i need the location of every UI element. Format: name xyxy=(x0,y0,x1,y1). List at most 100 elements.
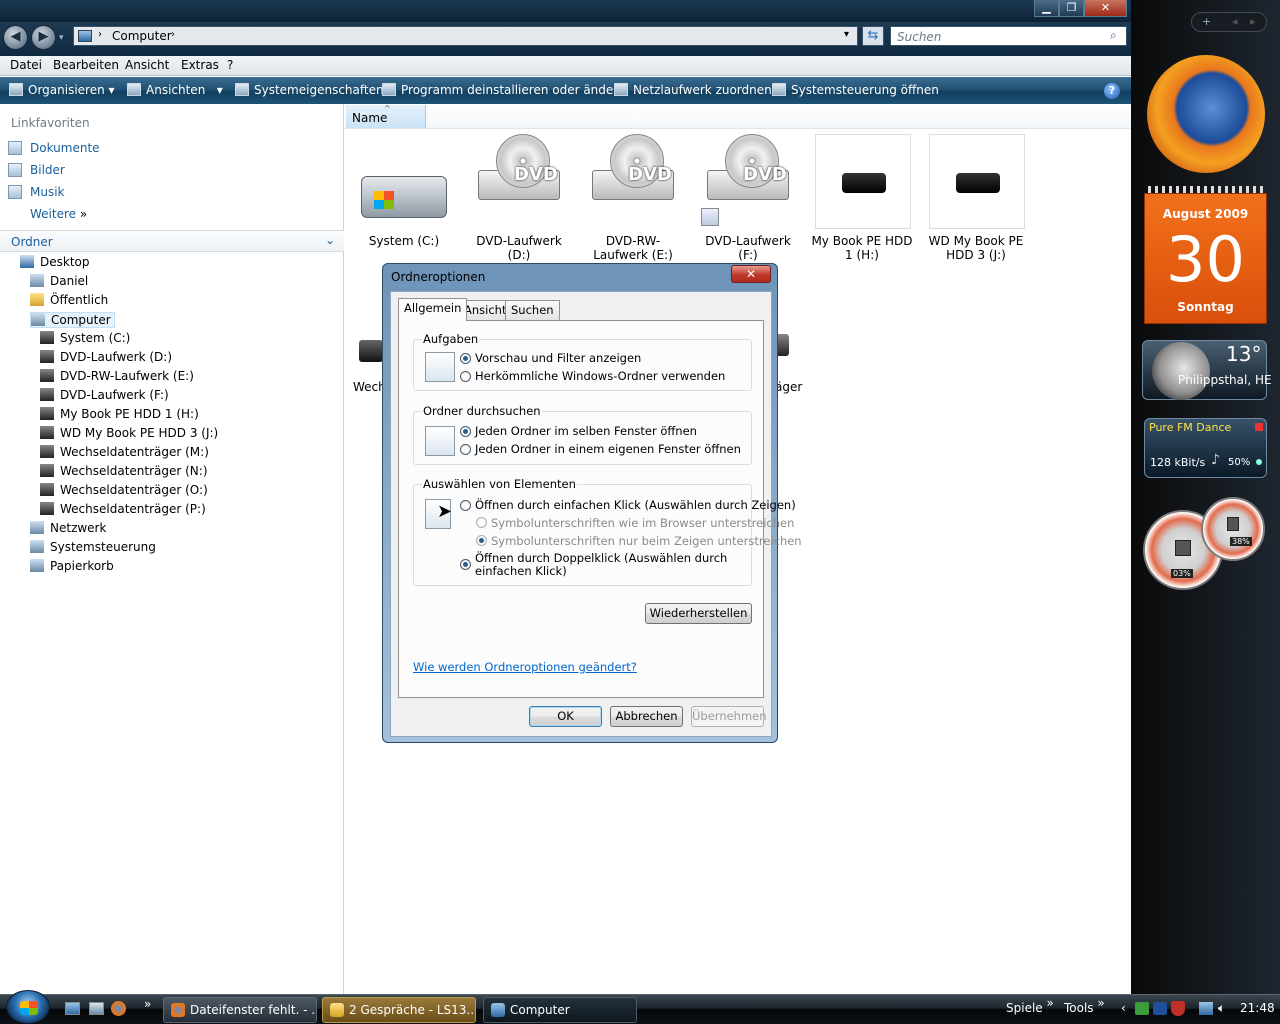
close-icon[interactable]: ✕ xyxy=(1084,0,1127,17)
radio-single-click[interactable] xyxy=(460,500,471,511)
folder-options-help-link[interactable]: Wie werden Ordneroptionen geändert? xyxy=(413,660,637,674)
fav-dokumente[interactable]: Dokumente xyxy=(30,141,100,155)
quicklaunch-overflow-icon[interactable]: » xyxy=(144,997,151,1011)
radio-same-window-label[interactable]: Jeden Ordner im selben Fenster öffnen xyxy=(475,424,697,438)
drive-external-j[interactable]: WD My Book PE HDD 3 (J:) xyxy=(925,134,1027,264)
history-dropdown-icon[interactable]: ▾ xyxy=(59,33,64,43)
fav-weitere[interactable]: Weitere » xyxy=(30,207,87,221)
drive-system-c[interactable]: System (C:) xyxy=(353,134,455,254)
radio-show-preview-label[interactable]: Vorschau und Filter anzeigen xyxy=(475,351,641,365)
restore-icon[interactable]: ❐ xyxy=(1059,0,1084,17)
tree-item[interactable]: Wechseldatenträger (O:) xyxy=(40,483,208,497)
uninstall-program-button[interactable]: Programm deinstallieren oder ändern xyxy=(382,83,626,97)
radio-show-preview[interactable] xyxy=(460,353,471,364)
organize-button[interactable]: Organisieren ▾ xyxy=(9,83,115,97)
drive-dvd-f[interactable]: DVD DVD-Laufwerk (F:) xyxy=(697,134,799,262)
menu-datei[interactable]: Datei xyxy=(10,58,42,72)
apply-button[interactable]: Übernehmen xyxy=(691,706,767,727)
tray-network-icon[interactable] xyxy=(1199,1002,1213,1015)
radio-classic-folders[interactable] xyxy=(460,371,471,382)
radio-single-click-label[interactable]: Öffnen durch einfachen Klick (Auswählen … xyxy=(475,498,796,512)
refresh-icon[interactable]: ⇆ xyxy=(862,26,884,46)
tree-item[interactable]: System (C:) xyxy=(40,331,130,345)
tray-clock[interactable]: 21:48 xyxy=(1240,1001,1275,1015)
radio-classic-folders-label[interactable]: Herkömmliche Windows-Ordner verwenden xyxy=(475,369,725,383)
firefox-quicklaunch-icon[interactable] xyxy=(111,1001,126,1016)
column-name-header[interactable]: Name ^ xyxy=(346,104,426,128)
system-properties-button[interactable]: Systemeigenschaften xyxy=(235,83,384,97)
breadcrumb-chevron-icon[interactable]: › xyxy=(171,29,175,40)
tray-app-icon[interactable] xyxy=(1135,1002,1149,1015)
removable-drive-label-partial[interactable]: Wech xyxy=(353,380,386,394)
tree-item[interactable]: Wechseldatenträger (M:) xyxy=(40,445,209,459)
tray-volume-icon[interactable]: 🔈︎ xyxy=(1218,1001,1225,1016)
views-button[interactable]: Ansichten ▾ xyxy=(127,83,223,97)
tab-allgemein[interactable]: Allgemein xyxy=(398,298,468,321)
taskbar-item-computer[interactable]: Computer xyxy=(483,997,637,1023)
prev-gadget-icon[interactable]: ◂ xyxy=(1232,13,1238,31)
firefox-logo-icon[interactable] xyxy=(1147,55,1265,173)
breadcrumb-computer[interactable]: Computer xyxy=(112,29,172,43)
collapse-chevron-icon[interactable]: ⌄ xyxy=(325,233,335,247)
tree-item[interactable]: Computer xyxy=(30,312,115,328)
drive-dvd-rw-e[interactable]: DVD DVD-RW-Laufwerk (E:) xyxy=(582,134,684,264)
add-gadget-icon[interactable]: + xyxy=(1202,13,1211,31)
radio-gadget[interactable]: Pure FM Dance 128 kBit/s ♪ 50% xyxy=(1144,418,1267,478)
drive-dvd-d[interactable]: DVD DVD-Laufwerk (D:) xyxy=(468,134,570,262)
menu-bearbeiten[interactable]: Bearbeiten xyxy=(53,58,119,72)
calendar-gadget[interactable]: August 2009 30 Sonntag xyxy=(1144,193,1267,324)
toolbar-tools[interactable]: Tools » xyxy=(1064,996,1105,1015)
cancel-button[interactable]: Abbrechen xyxy=(610,706,683,727)
menu-extras[interactable]: Extras xyxy=(181,58,219,72)
volume-icon[interactable]: ♪ xyxy=(1211,452,1220,468)
open-control-panel-button[interactable]: Systemsteuerung öffnen xyxy=(772,83,939,97)
tray-wd-icon[interactable] xyxy=(1153,1002,1167,1015)
address-field[interactable]: › Computer › ▾ xyxy=(73,26,858,46)
search-icon[interactable]: ⌕ xyxy=(1110,28,1117,43)
tree-item[interactable]: DVD-RW-Laufwerk (E:) xyxy=(40,369,194,383)
radio-stop-icon[interactable] xyxy=(1255,423,1263,431)
radio-double-click[interactable] xyxy=(460,559,471,570)
address-dropdown-icon[interactable]: ▾ xyxy=(844,29,849,40)
show-desktop-icon[interactable] xyxy=(65,1002,80,1015)
tree-item[interactable]: Daniel xyxy=(30,274,88,288)
drive-external-h[interactable]: My Book PE HDD 1 (H:) xyxy=(811,134,913,264)
toolbar-spiele[interactable]: Spiele » xyxy=(1006,996,1054,1015)
tree-item[interactable]: Systemsteuerung xyxy=(30,540,156,554)
radio-own-window-label[interactable]: Jeden Ordner in einem eigenen Fenster öf… xyxy=(475,442,741,456)
removable-drive-icon[interactable] xyxy=(359,340,383,362)
menu-help[interactable]: ? xyxy=(227,58,233,72)
back-button[interactable]: ◀ xyxy=(3,25,28,50)
menu-ansicht[interactable]: Ansicht xyxy=(125,58,169,72)
fav-bilder[interactable]: Bilder xyxy=(30,163,65,177)
tree-item[interactable]: Wechseldatenträger (N:) xyxy=(40,464,208,478)
removable-drive-label-partial[interactable]: äger xyxy=(775,380,802,394)
tree-item[interactable]: Desktop xyxy=(20,255,90,269)
tree-item[interactable]: DVD-Laufwerk (F:) xyxy=(40,388,169,402)
tree-item[interactable]: Öffentlich xyxy=(30,293,108,307)
tab-suchen[interactable]: Suchen xyxy=(505,300,560,320)
fav-musik[interactable]: Musik xyxy=(30,185,65,199)
dialog-close-icon[interactable]: ✕ xyxy=(731,265,771,283)
next-gadget-icon[interactable]: ▸ xyxy=(1250,13,1256,31)
radio-same-window[interactable] xyxy=(460,426,471,437)
switch-windows-icon[interactable] xyxy=(89,1002,104,1015)
minimize-icon[interactable]: ▁ xyxy=(1034,0,1059,17)
restore-defaults-button[interactable]: Wiederherstellen xyxy=(645,603,752,624)
search-input[interactable]: Suchen ⌕ xyxy=(890,26,1127,46)
taskbar-item-firefox[interactable]: Dateifenster fehlt. - ... xyxy=(163,997,317,1023)
tree-item[interactable]: Papierkorb xyxy=(30,559,114,573)
taskbar-item-chat[interactable]: 2 Gespräche - LS13... xyxy=(322,997,476,1023)
radio-own-window[interactable] xyxy=(460,444,471,455)
tray-expand-icon[interactable]: ‹ xyxy=(1121,1001,1126,1015)
tree-item[interactable]: Wechseldatenträger (P:) xyxy=(40,502,206,516)
start-button[interactable] xyxy=(6,990,50,1024)
radio-double-click-label[interactable]: Öffnen durch Doppelklick (Auswählen durc… xyxy=(475,552,745,578)
help-icon[interactable]: ? xyxy=(1104,83,1120,99)
map-network-drive-button[interactable]: Netzlaufwerk zuordnen xyxy=(614,83,772,97)
tree-item[interactable]: My Book PE HDD 1 (H:) xyxy=(40,407,199,421)
tree-item[interactable]: WD My Book PE HDD 3 (J:) xyxy=(40,426,218,440)
tree-item[interactable]: DVD-Laufwerk (D:) xyxy=(40,350,172,364)
forward-button[interactable]: ▶ xyxy=(31,25,56,50)
tree-item[interactable]: Netzwerk xyxy=(30,521,106,535)
